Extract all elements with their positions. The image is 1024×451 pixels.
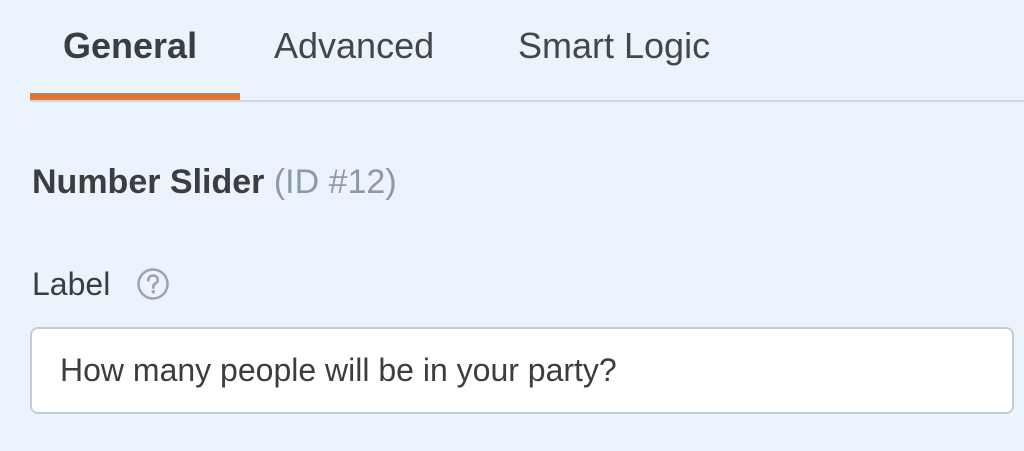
- field-name: Number Slider: [32, 163, 265, 201]
- tab-smart-logic[interactable]: Smart Logic: [518, 22, 710, 70]
- active-tab-indicator: [30, 93, 240, 100]
- label-row: Label: [32, 262, 170, 306]
- question-circle-icon[interactable]: [136, 267, 170, 301]
- field-title: Number Slider (ID #12): [32, 160, 397, 204]
- label-field-label: Label: [32, 265, 111, 302]
- tab-bar: General Advanced Smart Logic: [30, 0, 1024, 102]
- field-id: (ID #12): [273, 163, 397, 201]
- label-input[interactable]: [30, 327, 1014, 414]
- tab-general[interactable]: General: [63, 22, 197, 70]
- tab-advanced[interactable]: Advanced: [274, 22, 434, 70]
